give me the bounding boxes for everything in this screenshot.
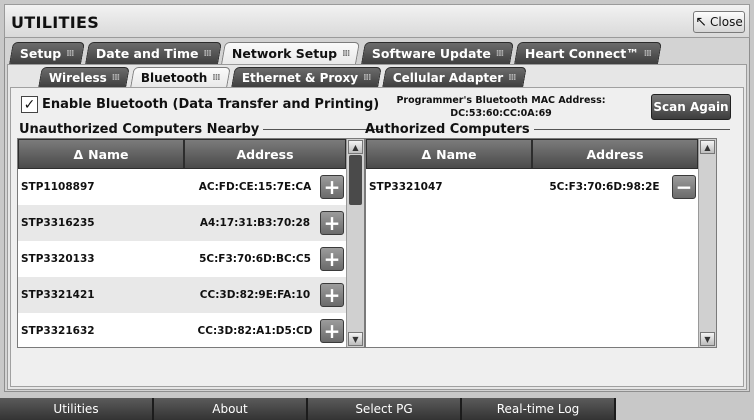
nav-select-pg-button[interactable]: Select PG <box>308 398 462 420</box>
scroll-up-arrow-icon[interactable]: ▲ <box>348 140 363 154</box>
network-setup-panel: Wireless ⁞⁞⁞ Bluetooth ⁞⁞⁞ Ethernet & Prox… <box>7 64 747 390</box>
grip-icon: ⁞⁞⁞ <box>203 48 211 59</box>
scroll-up-arrow-icon[interactable]: ▲ <box>700 140 715 154</box>
table-row[interactable]: STP3320133 5C:F3:70:6D:BC:C5 + <box>18 241 346 277</box>
divider <box>533 129 730 130</box>
authorize-plus-button[interactable]: + <box>320 211 344 235</box>
mac-address-label: Programmer's Bluetooth MAC Address: <box>396 95 606 106</box>
bluetooth-panel: ✓ Enable Bluetooth (Data Transfer and Pr… <box>10 87 744 387</box>
primary-tabs: Setup ⁞⁞⁞ Date and Time ⁞⁞⁞ Network Setup ⁞… <box>9 42 664 64</box>
unauthorized-computers-list: Δ Name Address STP1108897 AC:FD:CE:15:7E… <box>17 138 365 348</box>
nav-about-button[interactable]: About <box>154 398 308 420</box>
tab-software-update[interactable]: Software Update ⁞⁞⁞ <box>360 42 515 64</box>
main-panel: Setup ⁞⁞⁞ Date and Time ⁞⁞⁞ Network Setup ⁞… <box>4 38 750 392</box>
scroll-down-arrow-icon[interactable]: ▼ <box>348 332 363 346</box>
list-header: Δ Name Address <box>366 139 698 169</box>
authorize-plus-button[interactable]: + <box>320 283 344 307</box>
sort-triangle-icon: Δ <box>421 146 432 162</box>
table-row[interactable]: STP3321632 CC:3D:82:A1:D5:CD + <box>18 313 346 349</box>
secondary-tabs: Wireless ⁞⁞⁞ Bluetooth ⁞⁞⁞ Ethernet & Prox… <box>38 67 528 89</box>
title-bar: UTILITIES ↖ Close <box>4 4 750 38</box>
name-column-header[interactable]: Δ Name <box>366 139 532 169</box>
bottom-navigation: Utilities About Select PG Real-time Log <box>0 398 754 420</box>
authorize-plus-button[interactable]: + <box>320 319 344 343</box>
scroll-down-arrow-icon[interactable]: ▼ <box>700 332 715 346</box>
checkmark-icon: ✓ <box>23 96 36 113</box>
bottom-bar-filler <box>616 398 754 420</box>
scroll-thumb[interactable] <box>349 155 362 205</box>
close-button[interactable]: ↖ Close <box>693 11 745 33</box>
tab-ethernet-proxy[interactable]: Ethernet & Proxy ⁞⁞⁞ <box>231 67 382 87</box>
enable-bluetooth-toggle[interactable]: ✓ Enable Bluetooth (Data Transfer and Pr… <box>21 96 379 113</box>
computer-name: STP3316235 <box>21 217 95 229</box>
nav-real-time-log-button[interactable]: Real-time Log <box>462 398 616 420</box>
tab-cellular-adapter[interactable]: Cellular Adapter ⁞⁞⁞ <box>381 67 526 87</box>
window-title: UTILITIES <box>11 13 100 32</box>
grip-icon: ⁞⁞⁞ <box>495 48 503 59</box>
table-row[interactable]: STP3316235 A4:17:31:B3:70:28 + <box>18 205 346 241</box>
tab-bluetooth[interactable]: Bluetooth ⁞⁞⁞ <box>130 67 231 87</box>
close-label: Close <box>710 15 743 29</box>
sort-triangle-icon: Δ <box>73 146 84 162</box>
nav-utilities-button[interactable]: Utilities <box>0 398 154 420</box>
mac-address-value: DC:53:60:CC:0A:69 <box>450 108 552 119</box>
grip-icon: ⁞⁞⁞ <box>363 72 371 83</box>
tab-heart-connect[interactable]: Heart Connect™ ⁞⁞⁞ <box>514 42 663 64</box>
list-header: Δ Name Address <box>18 139 346 169</box>
grip-icon: ⁞⁞⁞ <box>212 72 220 83</box>
authorize-plus-button[interactable]: + <box>320 175 344 199</box>
address-column-header[interactable]: Address <box>532 139 698 169</box>
grip-icon: ⁞⁞⁞ <box>111 72 120 83</box>
computer-name: STP3321047 <box>369 181 443 193</box>
enable-bluetooth-label: Enable Bluetooth (Data Transfer and Prin… <box>42 97 380 112</box>
name-column-header[interactable]: Δ Name <box>18 139 184 169</box>
table-row[interactable]: STP1108897 AC:FD:CE:15:7E:CA + <box>18 169 346 205</box>
grip-icon: ⁞⁞⁞ <box>643 48 652 59</box>
tab-date-and-time[interactable]: Date and Time ⁞⁞⁞ <box>84 42 222 64</box>
scan-again-button[interactable]: Scan Again <box>651 94 731 120</box>
unauthorized-scrollbar[interactable]: ▲ ▼ <box>346 139 364 347</box>
utilities-window: UTILITIES ↖ Close Setup ⁞⁞⁞ Date and Time… <box>0 0 754 420</box>
enable-bluetooth-checkbox[interactable]: ✓ <box>21 96 38 113</box>
address-column-header[interactable]: Address <box>184 139 346 169</box>
computer-name: STP3321421 <box>21 289 95 301</box>
authorized-computers-list: Δ Name Address STP3321047 5C:F3:70:6D:98… <box>365 138 717 348</box>
authorized-section-title: Authorized Computers <box>365 122 730 137</box>
table-row[interactable]: STP3321047 5C:F3:70:6D:98:2E − <box>366 169 698 205</box>
grip-icon: ⁞⁞⁞ <box>507 72 516 83</box>
computer-name: STP1108897 <box>21 181 95 193</box>
grip-icon: ⁞⁞⁞ <box>342 48 350 59</box>
tab-wireless[interactable]: Wireless ⁞⁞⁞ <box>38 67 130 87</box>
authorize-plus-button[interactable]: + <box>320 247 344 271</box>
mac-address-info: Programmer's Bluetooth MAC Address: DC:5… <box>391 94 611 120</box>
computer-name: STP3320133 <box>21 253 95 265</box>
authorized-rows: STP3321047 5C:F3:70:6D:98:2E − <box>366 169 698 205</box>
tab-setup[interactable]: Setup ⁞⁞⁞ <box>9 42 85 64</box>
divider <box>263 129 382 130</box>
table-row[interactable]: STP3321421 CC:3D:82:9E:FA:10 + <box>18 277 346 313</box>
tab-network-setup[interactable]: Network Setup ⁞⁞⁞ <box>221 42 361 64</box>
deauthorize-minus-button[interactable]: − <box>672 175 696 199</box>
computer-name: STP3321632 <box>21 325 95 337</box>
authorized-scrollbar[interactable]: ▲ ▼ <box>698 139 716 347</box>
unauthorized-section-title: Unauthorized Computers Nearby <box>19 122 382 137</box>
unauthorized-rows: STP1108897 AC:FD:CE:15:7E:CA + STP331623… <box>18 169 346 349</box>
grip-icon: ⁞⁞⁞ <box>66 48 74 59</box>
close-arrow-icon: ↖ <box>695 14 708 30</box>
